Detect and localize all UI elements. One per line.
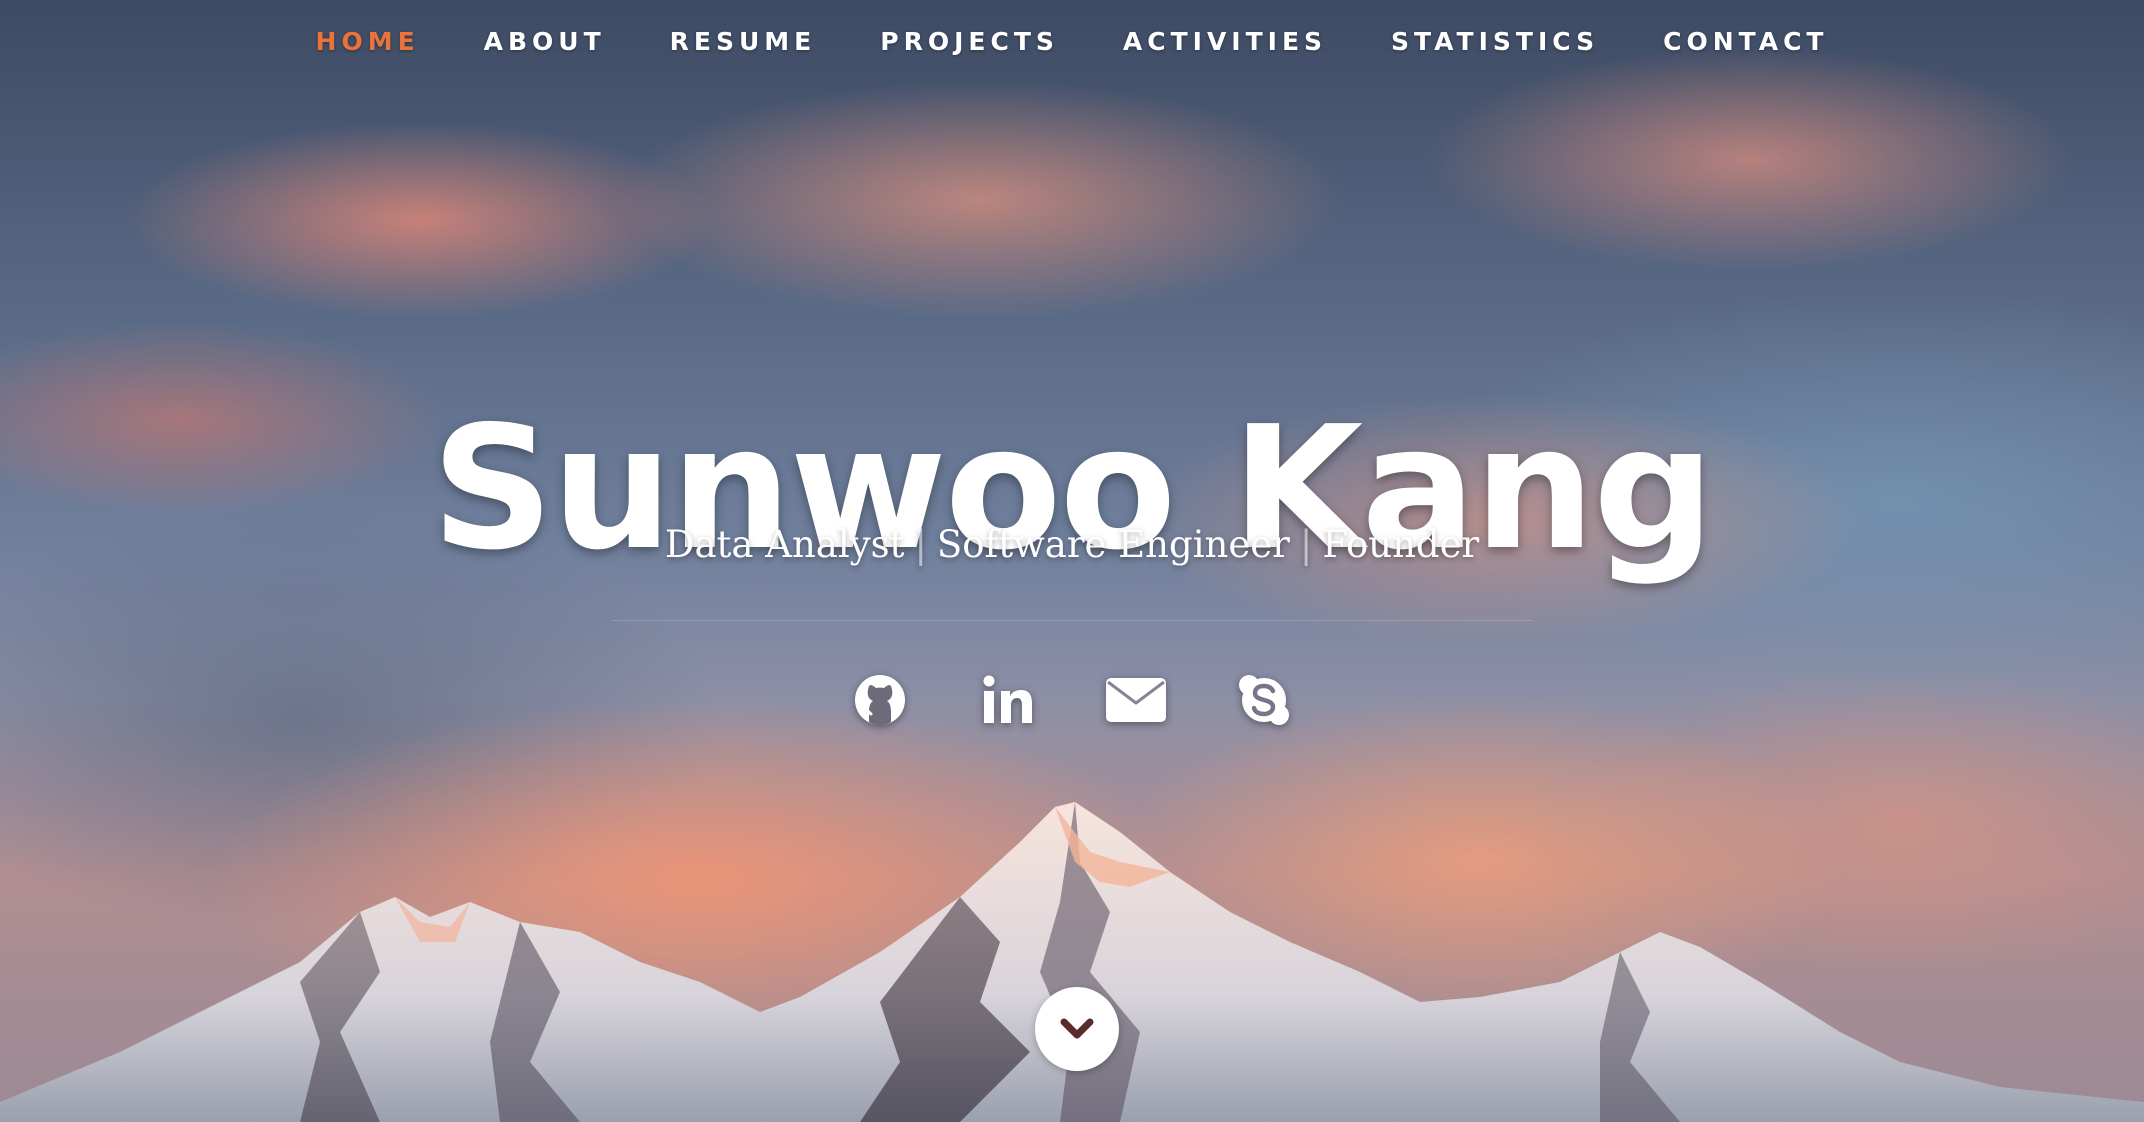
- envelope-icon: [1106, 678, 1166, 722]
- linkedin-icon: [983, 675, 1032, 723]
- nav-item-home[interactable]: HOME: [316, 27, 420, 56]
- mountain-range-image: [0, 802, 2144, 1122]
- email-link[interactable]: [1104, 668, 1168, 732]
- nav-item-contact[interactable]: CONTACT: [1663, 27, 1828, 56]
- social-links: [0, 668, 2144, 732]
- skype-link[interactable]: [1232, 668, 1296, 732]
- linkedin-link[interactable]: [976, 668, 1040, 732]
- subtitle-separator: |: [1299, 523, 1313, 566]
- github-link[interactable]: [848, 668, 912, 732]
- nav-item-resume[interactable]: RESUME: [670, 27, 817, 56]
- scroll-down-button[interactable]: [1035, 987, 1119, 1071]
- github-icon: [855, 675, 905, 725]
- subtitle-role-3: Founder: [1322, 523, 1480, 566]
- nav-item-projects[interactable]: PROJECTS: [880, 27, 1059, 56]
- subtitle-separator: |: [914, 523, 927, 566]
- nav-item-activities[interactable]: ACTIVITIES: [1123, 27, 1327, 56]
- divider: [612, 620, 1532, 621]
- main-nav: HOME ABOUT RESUME PROJECTS ACTIVITIES ST…: [0, 0, 2144, 82]
- nav-item-statistics[interactable]: STATISTICS: [1391, 27, 1599, 56]
- chevron-down-icon: [1060, 1018, 1094, 1039]
- subtitle-role-1: Data Analyst: [664, 523, 905, 566]
- nav-item-about[interactable]: ABOUT: [484, 27, 606, 56]
- skype-icon: [1239, 675, 1289, 725]
- subtitle-role-2: Software Engineer: [936, 523, 1290, 566]
- page-subtitle: Data Analyst | Software Engineer | Founder: [0, 523, 2144, 566]
